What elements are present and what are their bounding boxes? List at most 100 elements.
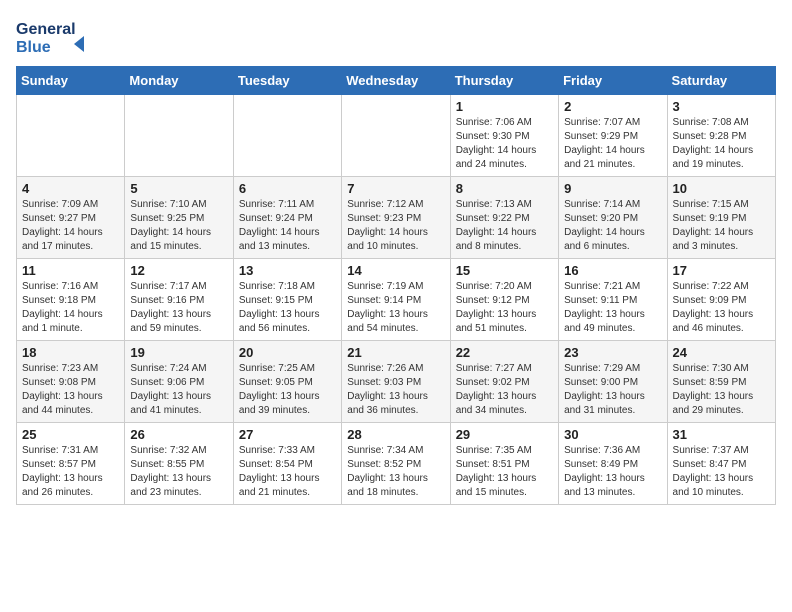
day-number: 2 [564,99,661,114]
calendar-cell [233,95,341,177]
week-row-0: 1 Sunrise: 7:06 AM Sunset: 9:30 PM Daylig… [17,95,776,177]
day-number: 24 [673,345,770,360]
calendar-cell: 20 Sunrise: 7:25 AM Sunset: 9:05 PM Dayli… [233,341,341,423]
day-info: Sunrise: 7:13 AM Sunset: 9:22 PM Dayligh… [456,198,553,254]
calendar-cell: 30 Sunrise: 7:36 AM Sunset: 8:49 PM Dayli… [559,423,667,505]
day-number: 29 [456,427,553,442]
day-info: Sunrise: 7:11 AM Sunset: 9:24 PM Dayligh… [239,198,336,254]
calendar-cell: 7Sunrise: 7:12 AM Sunset: 9:23 PM Daylig… [342,177,450,259]
logo: GeneralBlue [16,16,86,56]
day-number: 4 [22,181,119,196]
calendar-cell: 8 Sunrise: 7:13 AM Sunset: 9:22 PM Daylig… [450,177,558,259]
calendar-cell: 27 Sunrise: 7:33 AM Sunset: 8:54 PM Dayli… [233,423,341,505]
calendar-cell [125,95,233,177]
calendar-cell: 11 Sunrise: 7:16 AM Sunset: 9:18 PM Dayli… [17,259,125,341]
day-number: 11 [22,263,119,278]
calendar-cell [17,95,125,177]
day-info: Sunrise: 7:17 AM Sunset: 9:16 PM Dayligh… [130,280,227,336]
day-info: Sunrise: 7:29 AM Sunset: 9:00 PM Dayligh… [564,362,661,418]
day-info: Sunrise: 7:16 AM Sunset: 9:18 PM Dayligh… [22,280,119,336]
day-number: 7 [347,181,444,196]
day-info: Sunrise: 7:19 AM Sunset: 9:14 PM Dayligh… [347,280,444,336]
calendar-cell: 14 Sunrise: 7:19 AM Sunset: 9:14 PM Dayli… [342,259,450,341]
calendar-cell: 25Sunrise: 7:31 AM Sunset: 8:57 PM Dayli… [17,423,125,505]
day-number: 15 [456,263,553,278]
day-info: Sunrise: 7:06 AM Sunset: 9:30 PM Dayligh… [456,116,553,172]
day-info: Sunrise: 7:07 AM Sunset: 9:29 PM Dayligh… [564,116,661,172]
day-info: Sunrise: 7:15 AM Sunset: 9:19 PM Dayligh… [673,198,770,254]
day-number: 5 [130,181,227,196]
calendar-table: SundayMondayTuesdayWednesdayThursdayFrid… [16,66,776,505]
day-number: 10 [673,181,770,196]
day-number: 19 [130,345,227,360]
day-number: 12 [130,263,227,278]
day-number: 20 [239,345,336,360]
day-number: 23 [564,345,661,360]
weekday-header-wednesday: Wednesday [342,67,450,95]
calendar-cell: 5 Sunrise: 7:10 AM Sunset: 9:25 PM Daylig… [125,177,233,259]
day-info: Sunrise: 7:21 AM Sunset: 9:11 PM Dayligh… [564,280,661,336]
day-number: 25 [22,427,119,442]
day-number: 26 [130,427,227,442]
calendar-cell: 31 Sunrise: 7:37 AM Sunset: 8:47 PM Dayli… [667,423,775,505]
day-number: 14 [347,263,444,278]
day-info: Sunrise: 7:14 AM Sunset: 9:20 PM Dayligh… [564,198,661,254]
day-info: Sunrise: 7:26 AM Sunset: 9:03 PM Dayligh… [347,362,444,418]
svg-text:General: General [16,21,76,38]
day-info: Sunrise: 7:22 AM Sunset: 9:09 PM Dayligh… [673,280,770,336]
weekday-header-row: SundayMondayTuesdayWednesdayThursdayFrid… [17,67,776,95]
week-row-4: 25Sunrise: 7:31 AM Sunset: 8:57 PM Dayli… [17,423,776,505]
week-row-2: 11 Sunrise: 7:16 AM Sunset: 9:18 PM Dayli… [17,259,776,341]
day-info: Sunrise: 7:34 AM Sunset: 8:52 PM Dayligh… [347,444,444,500]
weekday-header-friday: Friday [559,67,667,95]
day-number: 16 [564,263,661,278]
day-number: 18 [22,345,119,360]
week-row-3: 18Sunrise: 7:23 AM Sunset: 9:08 PM Dayli… [17,341,776,423]
svg-text:Blue: Blue [16,39,51,56]
calendar-cell: 3 Sunrise: 7:08 AM Sunset: 9:28 PM Daylig… [667,95,775,177]
day-info: Sunrise: 7:10 AM Sunset: 9:25 PM Dayligh… [130,198,227,254]
day-info: Sunrise: 7:35 AM Sunset: 8:51 PM Dayligh… [456,444,553,500]
day-info: Sunrise: 7:37 AM Sunset: 8:47 PM Dayligh… [673,444,770,500]
day-number: 22 [456,345,553,360]
calendar-cell: 10 Sunrise: 7:15 AM Sunset: 9:19 PM Dayli… [667,177,775,259]
day-number: 28 [347,427,444,442]
day-number: 31 [673,427,770,442]
day-number: 6 [239,181,336,196]
header: GeneralBlue [16,16,776,56]
day-number: 13 [239,263,336,278]
day-info: Sunrise: 7:25 AM Sunset: 9:05 PM Dayligh… [239,362,336,418]
weekday-header-saturday: Saturday [667,67,775,95]
day-number: 3 [673,99,770,114]
weekday-header-sunday: Sunday [17,67,125,95]
day-info: Sunrise: 7:20 AM Sunset: 9:12 PM Dayligh… [456,280,553,336]
calendar-cell: 2 Sunrise: 7:07 AM Sunset: 9:29 PM Daylig… [559,95,667,177]
day-number: 8 [456,181,553,196]
day-info: Sunrise: 7:32 AM Sunset: 8:55 PM Dayligh… [130,444,227,500]
calendar-cell: 16 Sunrise: 7:21 AM Sunset: 9:11 PM Dayli… [559,259,667,341]
calendar-cell: 19Sunrise: 7:24 AM Sunset: 9:06 PM Dayli… [125,341,233,423]
calendar-cell: 13Sunrise: 7:18 AM Sunset: 9:15 PM Dayli… [233,259,341,341]
calendar-cell: 22 Sunrise: 7:27 AM Sunset: 9:02 PM Dayli… [450,341,558,423]
day-number: 9 [564,181,661,196]
calendar-cell: 9 Sunrise: 7:14 AM Sunset: 9:20 PM Daylig… [559,177,667,259]
day-info: Sunrise: 7:36 AM Sunset: 8:49 PM Dayligh… [564,444,661,500]
day-number: 30 [564,427,661,442]
day-number: 27 [239,427,336,442]
logo-svg: GeneralBlue [16,16,86,56]
calendar-cell: 26 Sunrise: 7:32 AM Sunset: 8:55 PM Dayli… [125,423,233,505]
calendar-cell: 4Sunrise: 7:09 AM Sunset: 9:27 PM Daylig… [17,177,125,259]
day-info: Sunrise: 7:30 AM Sunset: 8:59 PM Dayligh… [673,362,770,418]
day-info: Sunrise: 7:33 AM Sunset: 8:54 PM Dayligh… [239,444,336,500]
day-info: Sunrise: 7:08 AM Sunset: 9:28 PM Dayligh… [673,116,770,172]
weekday-header-monday: Monday [125,67,233,95]
weekday-header-tuesday: Tuesday [233,67,341,95]
calendar-cell: 15 Sunrise: 7:20 AM Sunset: 9:12 PM Dayli… [450,259,558,341]
day-info: Sunrise: 7:27 AM Sunset: 9:02 PM Dayligh… [456,362,553,418]
calendar-cell: 29 Sunrise: 7:35 AM Sunset: 8:51 PM Dayli… [450,423,558,505]
week-row-1: 4Sunrise: 7:09 AM Sunset: 9:27 PM Daylig… [17,177,776,259]
calendar-cell: 6 Sunrise: 7:11 AM Sunset: 9:24 PM Daylig… [233,177,341,259]
calendar-cell: 17Sunrise: 7:22 AM Sunset: 9:09 PM Dayli… [667,259,775,341]
day-number: 1 [456,99,553,114]
calendar-cell [342,95,450,177]
